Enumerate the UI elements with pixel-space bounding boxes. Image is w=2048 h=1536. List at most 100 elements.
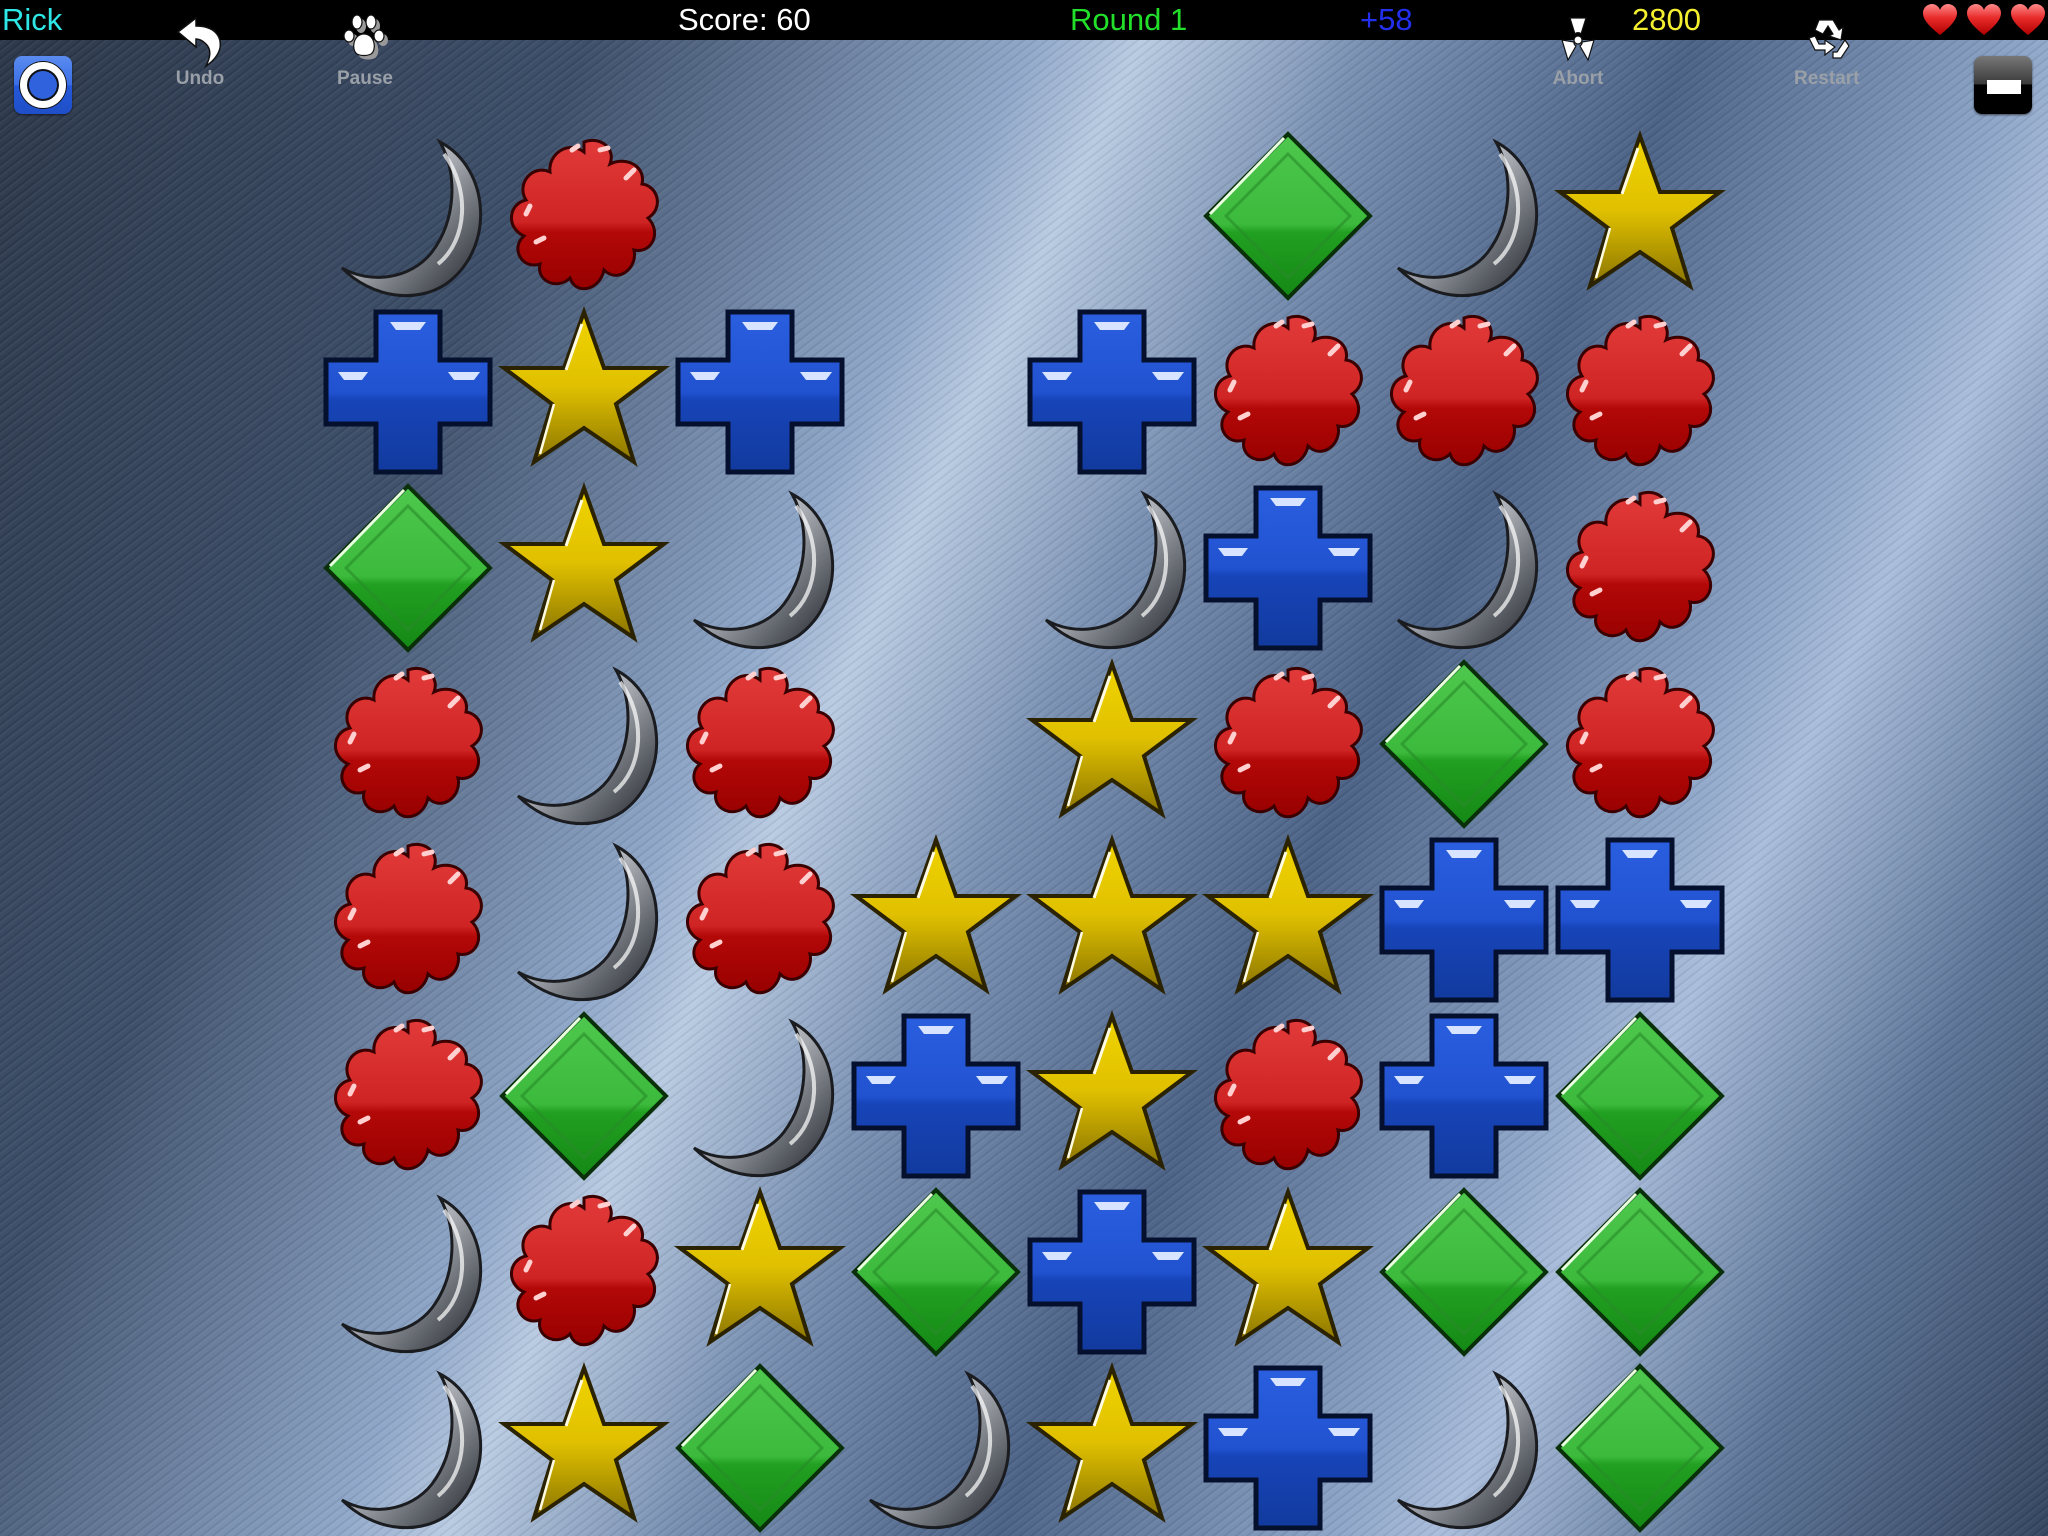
flower-icon (1214, 1019, 1363, 1171)
piece-flower[interactable] (1552, 304, 1728, 480)
piece-flower[interactable] (672, 832, 848, 1008)
star-icon (1026, 1362, 1198, 1523)
diamond-icon (675, 1363, 845, 1533)
piece-moon[interactable] (672, 1008, 848, 1184)
cross-icon (1555, 837, 1725, 1003)
piece-moon[interactable] (672, 480, 848, 656)
moon-icon (340, 1194, 483, 1354)
pause-button[interactable]: Pause (335, 14, 395, 90)
piece-moon[interactable] (320, 128, 496, 304)
piece-cross[interactable] (320, 304, 496, 480)
piece-diamond[interactable] (1200, 128, 1376, 304)
abort-button[interactable]: Abort (1548, 14, 1608, 90)
score-readout: Score: 60 (678, 2, 811, 37)
piece-moon[interactable] (1376, 128, 1552, 304)
star-icon (1554, 130, 1726, 291)
round-indicator: Round 1 (1070, 2, 1188, 37)
piece-diamond[interactable] (1552, 1008, 1728, 1184)
moon-icon (1396, 138, 1539, 298)
star-icon (1026, 834, 1198, 995)
cross-icon (1379, 1013, 1549, 1179)
player-name: Rick (2, 2, 63, 37)
flower-icon (1566, 491, 1715, 643)
piece-star[interactable] (1024, 656, 1200, 832)
piece-moon[interactable] (320, 1184, 496, 1360)
star-icon (1026, 1010, 1198, 1171)
piece-star[interactable] (1024, 832, 1200, 1008)
restart-button[interactable]: Restart (1794, 14, 1859, 90)
piece-diamond[interactable] (1552, 1360, 1728, 1536)
piece-flower[interactable] (1552, 656, 1728, 832)
piece-moon[interactable] (1376, 1360, 1552, 1536)
piece-cross[interactable] (1024, 1184, 1200, 1360)
cross-icon (1027, 1189, 1197, 1355)
minus-icon (1987, 80, 2021, 94)
flower-icon (1390, 315, 1539, 467)
piece-moon[interactable] (320, 1360, 496, 1536)
recycle-icon (1807, 19, 1850, 59)
mode-toggle-button[interactable] (14, 56, 72, 114)
piece-flower[interactable] (1552, 480, 1728, 656)
piece-cross[interactable] (1200, 1360, 1376, 1536)
piece-flower[interactable] (320, 832, 496, 1008)
piece-moon[interactable] (496, 656, 672, 832)
piece-star[interactable] (1552, 128, 1728, 304)
piece-moon[interactable] (1024, 480, 1200, 656)
piece-cross[interactable] (1024, 304, 1200, 480)
diamond-icon (1555, 1187, 1725, 1357)
piece-flower[interactable] (1200, 304, 1376, 480)
piece-diamond[interactable] (1552, 1184, 1728, 1360)
diamond-icon (1555, 1011, 1725, 1181)
game-board (320, 128, 1728, 1536)
piece-diamond[interactable] (1376, 656, 1552, 832)
piece-diamond[interactable] (320, 480, 496, 656)
piece-star[interactable] (1024, 1360, 1200, 1536)
piece-cross[interactable] (848, 1008, 1024, 1184)
piece-star[interactable] (1024, 1008, 1200, 1184)
restart-label: Restart (1794, 68, 1860, 89)
piece-diamond[interactable] (848, 1184, 1024, 1360)
piece-star[interactable] (672, 1184, 848, 1360)
piece-cross[interactable] (672, 304, 848, 480)
cross-icon (1203, 1365, 1373, 1531)
cross-icon (1379, 837, 1549, 1003)
star-icon (498, 306, 670, 467)
piece-cross[interactable] (1376, 832, 1552, 1008)
moon-icon (516, 842, 659, 1002)
piece-flower[interactable] (1376, 304, 1552, 480)
cross-icon (1203, 485, 1373, 651)
piece-cross[interactable] (1376, 1008, 1552, 1184)
flower-icon (1566, 667, 1715, 819)
piece-moon[interactable] (496, 832, 672, 1008)
undo-button[interactable]: Undo (170, 14, 230, 90)
piece-flower[interactable] (496, 128, 672, 304)
piece-flower[interactable] (320, 656, 496, 832)
piece-flower[interactable] (496, 1184, 672, 1360)
flower-icon (334, 1019, 483, 1171)
piece-star[interactable] (496, 1360, 672, 1536)
piece-moon[interactable] (1376, 480, 1552, 656)
piece-star[interactable] (1200, 832, 1376, 1008)
piece-flower[interactable] (320, 1008, 496, 1184)
moon-icon (340, 1370, 483, 1530)
minus-toggle-button[interactable] (1974, 56, 2032, 114)
piece-cross[interactable] (1552, 832, 1728, 1008)
piece-cross[interactable] (1200, 480, 1376, 656)
paw-icon (343, 14, 388, 60)
piece-flower[interactable] (1200, 656, 1376, 832)
moon-icon (516, 666, 659, 826)
piece-diamond[interactable] (1376, 1184, 1552, 1360)
piece-diamond[interactable] (496, 1008, 672, 1184)
piece-star[interactable] (496, 304, 672, 480)
flower-icon (686, 843, 835, 995)
lives-hearts (1922, 3, 2046, 37)
piece-flower[interactable] (1200, 1008, 1376, 1184)
diamond-icon (1379, 1187, 1549, 1357)
piece-diamond[interactable] (672, 1360, 848, 1536)
piece-star[interactable] (496, 480, 672, 656)
piece-star[interactable] (848, 832, 1024, 1008)
piece-moon[interactable] (848, 1360, 1024, 1536)
piece-flower[interactable] (672, 656, 848, 832)
piece-star[interactable] (1200, 1184, 1376, 1360)
circle-icon (20, 62, 66, 108)
